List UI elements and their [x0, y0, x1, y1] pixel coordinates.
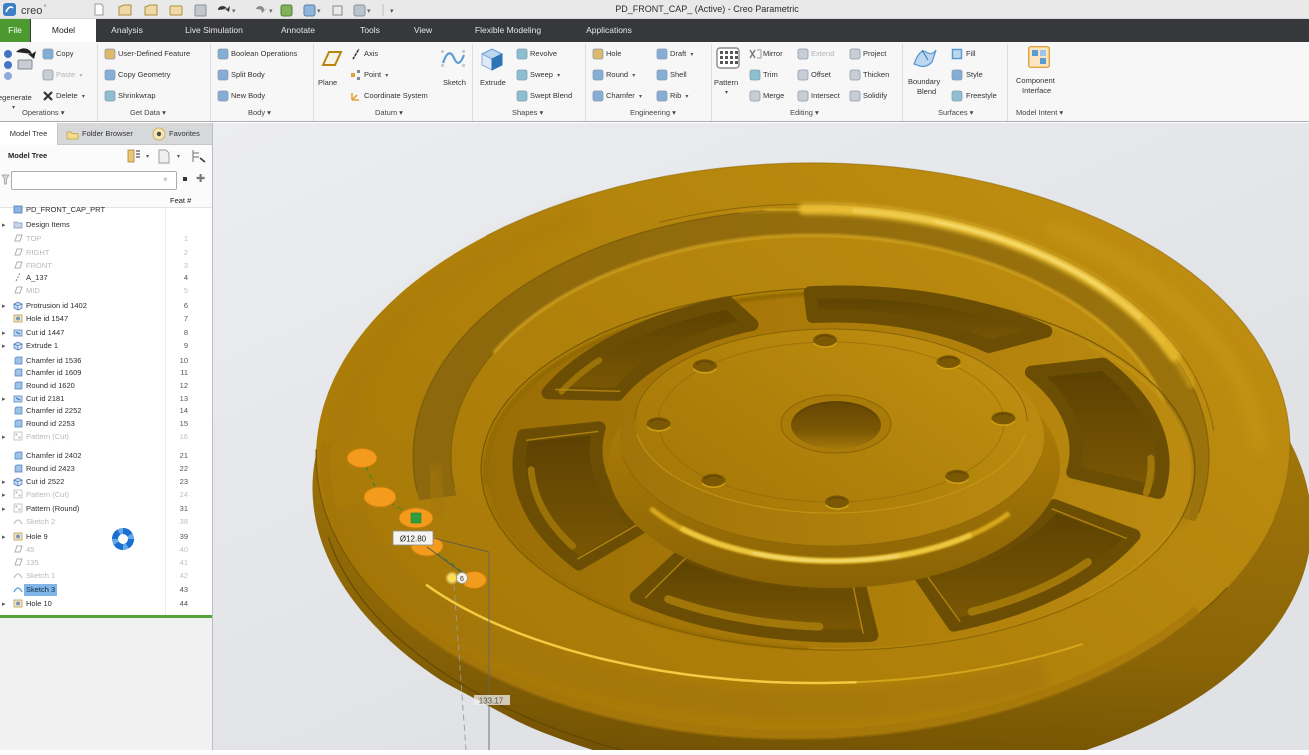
- svg-text:6: 6: [460, 576, 464, 583]
- svg-text:Ø12.80: Ø12.80: [400, 535, 427, 544]
- svg-text:133.17: 133.17: [479, 697, 504, 706]
